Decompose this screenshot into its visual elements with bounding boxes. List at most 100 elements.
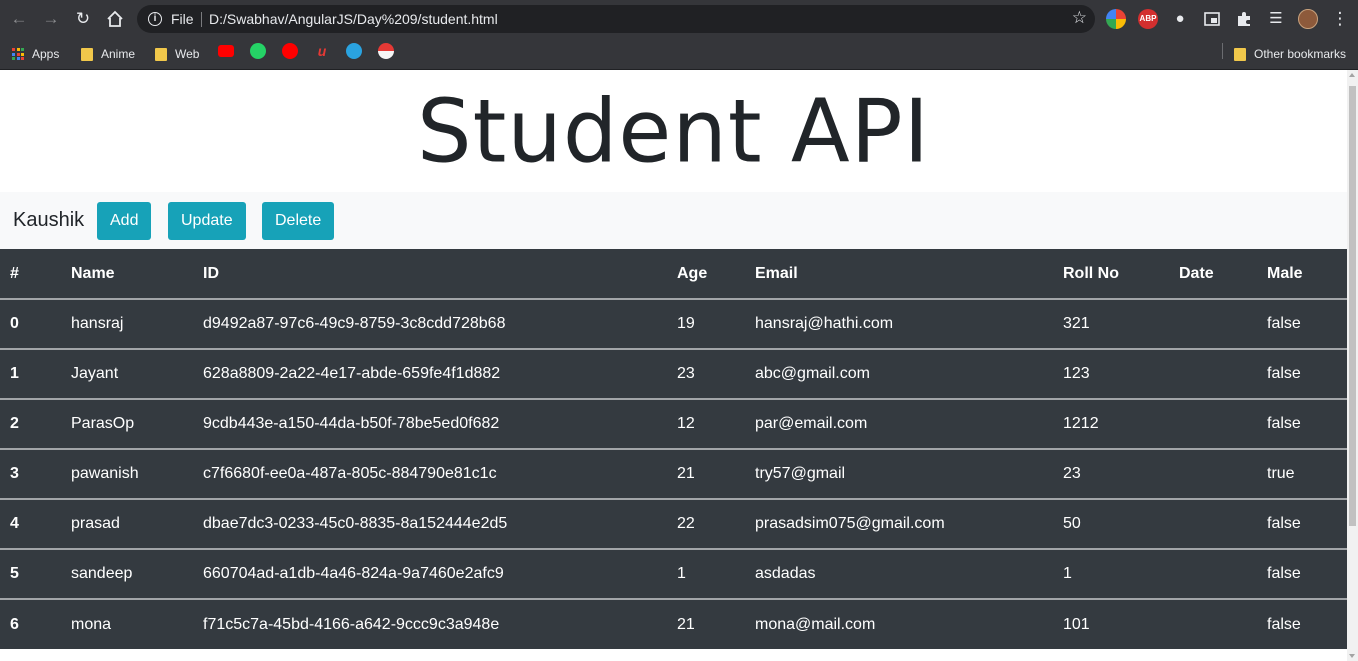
cell-age: 21 (677, 465, 695, 482)
udemy-icon[interactable]: u (314, 43, 330, 59)
cell-age: 21 (677, 615, 695, 633)
cell-date (1169, 599, 1257, 649)
media-queue-icon[interactable]: ☰ (1266, 9, 1286, 29)
cell-roll-no: 101 (1063, 615, 1090, 633)
scroll-up-arrow-icon[interactable] (1349, 73, 1355, 77)
cell-email: asdadas (755, 565, 816, 582)
update-button[interactable]: Update (168, 202, 246, 240)
back-arrow-icon[interactable]: ← (8, 8, 30, 30)
column-header-name: Name (71, 264, 115, 282)
cell-age: 23 (677, 365, 695, 382)
vertical-scrollbar[interactable] (1347, 70, 1358, 661)
menu-kebab-icon[interactable]: ⋮ (1330, 9, 1350, 29)
bookmark-apps[interactable]: Apps (12, 43, 59, 65)
address-bar[interactable]: i File D:/Swabhav/AngularJS/Day%209/stud… (137, 5, 1095, 33)
cell-name: hansraj (71, 315, 124, 332)
group-icon[interactable]: ● (1170, 9, 1190, 29)
cell-id: dbae7dc3-0233-45c0-8835-8a152444e2d5 (203, 515, 508, 532)
apps-grid-icon (12, 48, 24, 60)
bookmark-label: Web (175, 47, 200, 61)
table-row: 3 pawanish c7f6680f-ee0a-487a-805c-884790e… (0, 449, 1347, 499)
cell-male: true (1267, 465, 1295, 482)
cell-id: 660704ad-a1db-4a46-824a-9a7460e2afc9 (203, 565, 504, 582)
telegram-icon[interactable] (346, 43, 362, 59)
youtube-music-icon[interactable] (282, 43, 298, 59)
abp-icon[interactable]: ABP (1138, 9, 1158, 29)
cell-index: 0 (10, 315, 19, 332)
forward-arrow-icon[interactable]: → (40, 8, 62, 30)
page-title: Student API (0, 81, 1347, 183)
column-header-index: # (10, 264, 19, 282)
bookmark-separator (1222, 43, 1223, 59)
cell-male: false (1267, 415, 1301, 432)
info-icon[interactable]: i (148, 12, 162, 26)
cell-index: 3 (10, 465, 19, 482)
table-header: # Name ID Age Email Roll No Date Male (0, 249, 1347, 299)
cell-roll-no: 23 (1063, 465, 1081, 482)
column-header-age: Age (677, 264, 708, 282)
cell-name: prasad (71, 515, 120, 532)
cell-male: false (1267, 365, 1301, 382)
youtube-icon[interactable] (218, 45, 234, 57)
cell-index: 5 (10, 565, 19, 582)
cell-id: d9492a87-97c6-49c9-8759-3c8cdd728b68 (203, 315, 506, 332)
reload-icon[interactable]: ↻ (72, 8, 94, 30)
cell-name: ParasOp (71, 415, 135, 432)
cell-id: c7f6680f-ee0a-487a-805c-884790e81c1c (203, 465, 497, 482)
puzzle-icon[interactable] (1234, 9, 1254, 29)
cell-age: 19 (677, 315, 695, 332)
cell-age: 12 (677, 415, 695, 432)
url-separator (201, 12, 202, 27)
bookmark-other[interactable]: Other bookmarks (1234, 43, 1346, 65)
profile-avatar-icon[interactable] (1298, 9, 1318, 29)
table-row: 2 ParasOp 9cdb443e-a150-44da-b50f-78be5ed0… (0, 399, 1347, 449)
cell-male: false (1267, 565, 1301, 582)
scroll-thumb[interactable] (1349, 86, 1356, 526)
picture-in-picture-icon[interactable] (1202, 9, 1222, 29)
scroll-down-arrow-icon[interactable] (1349, 654, 1355, 658)
cell-email: mona@mail.com (755, 615, 876, 633)
cell-id: f71c5c7a-45bd-4166-a642-9ccc9c3a948e (203, 615, 500, 633)
delete-button[interactable]: Delete (262, 202, 335, 240)
cell-date (1169, 499, 1257, 549)
cell-email: par@email.com (755, 415, 868, 432)
color-picker-icon[interactable] (1106, 9, 1126, 29)
cell-index: 4 (10, 515, 19, 532)
home-icon[interactable] (104, 8, 126, 30)
table-row: 0 hansraj d9492a87-97c6-49c9-8759-3c8cdd72… (0, 299, 1347, 349)
navbar-brand[interactable]: Kaushik (13, 209, 84, 232)
table-row: 1 Jayant 628a8809-2a22-4e17-abde-659fe4f1d… (0, 349, 1347, 399)
cell-email: prasadsim075@gmail.com (755, 515, 945, 532)
navbar: Kaushik Add Update Delete (0, 192, 1347, 249)
student-table: # Name ID Age Email Roll No Date Male 0 h… (0, 249, 1347, 649)
bookmark-anime[interactable]: Anime (81, 43, 135, 65)
bookmarks-bar: Apps Anime Web u Other bookmarks (0, 38, 1358, 70)
cell-index: 1 (10, 365, 19, 382)
url-text[interactable]: D:/Swabhav/AngularJS/Day%209/student.htm… (209, 11, 498, 27)
column-header-id: ID (203, 264, 219, 282)
bookmark-star-icon[interactable]: ☆ (1072, 8, 1087, 28)
bookmark-label: Apps (32, 47, 60, 61)
pokeball-icon[interactable] (378, 43, 394, 59)
cell-email: hansraj@hathi.com (755, 315, 894, 332)
folder-icon (1234, 47, 1246, 61)
file-scheme-label: File (171, 11, 194, 27)
cell-date (1169, 549, 1257, 599)
page-title-text: Student API (417, 81, 930, 183)
cell-email: abc@gmail.com (755, 365, 870, 382)
column-header-email: Email (755, 264, 798, 282)
cell-roll-no: 50 (1063, 515, 1081, 532)
cell-index: 2 (10, 415, 19, 432)
cell-age: 22 (677, 515, 695, 532)
table-row: 4 prasad dbae7dc3-0233-45c0-8835-8a152444e… (0, 499, 1347, 549)
cell-roll-no: 1212 (1063, 415, 1099, 432)
cell-date (1169, 299, 1257, 349)
header-row: # Name ID Age Email Roll No Date Male (0, 249, 1347, 299)
table-body: 0 hansraj d9492a87-97c6-49c9-8759-3c8cdd72… (0, 299, 1347, 649)
bookmark-label: Other bookmarks (1254, 47, 1347, 61)
bookmark-web[interactable]: Web (155, 43, 199, 65)
cell-name: mona (71, 615, 112, 633)
whatsapp-icon[interactable] (250, 43, 266, 59)
cell-roll-no: 123 (1063, 365, 1090, 382)
add-button[interactable]: Add (97, 202, 152, 240)
